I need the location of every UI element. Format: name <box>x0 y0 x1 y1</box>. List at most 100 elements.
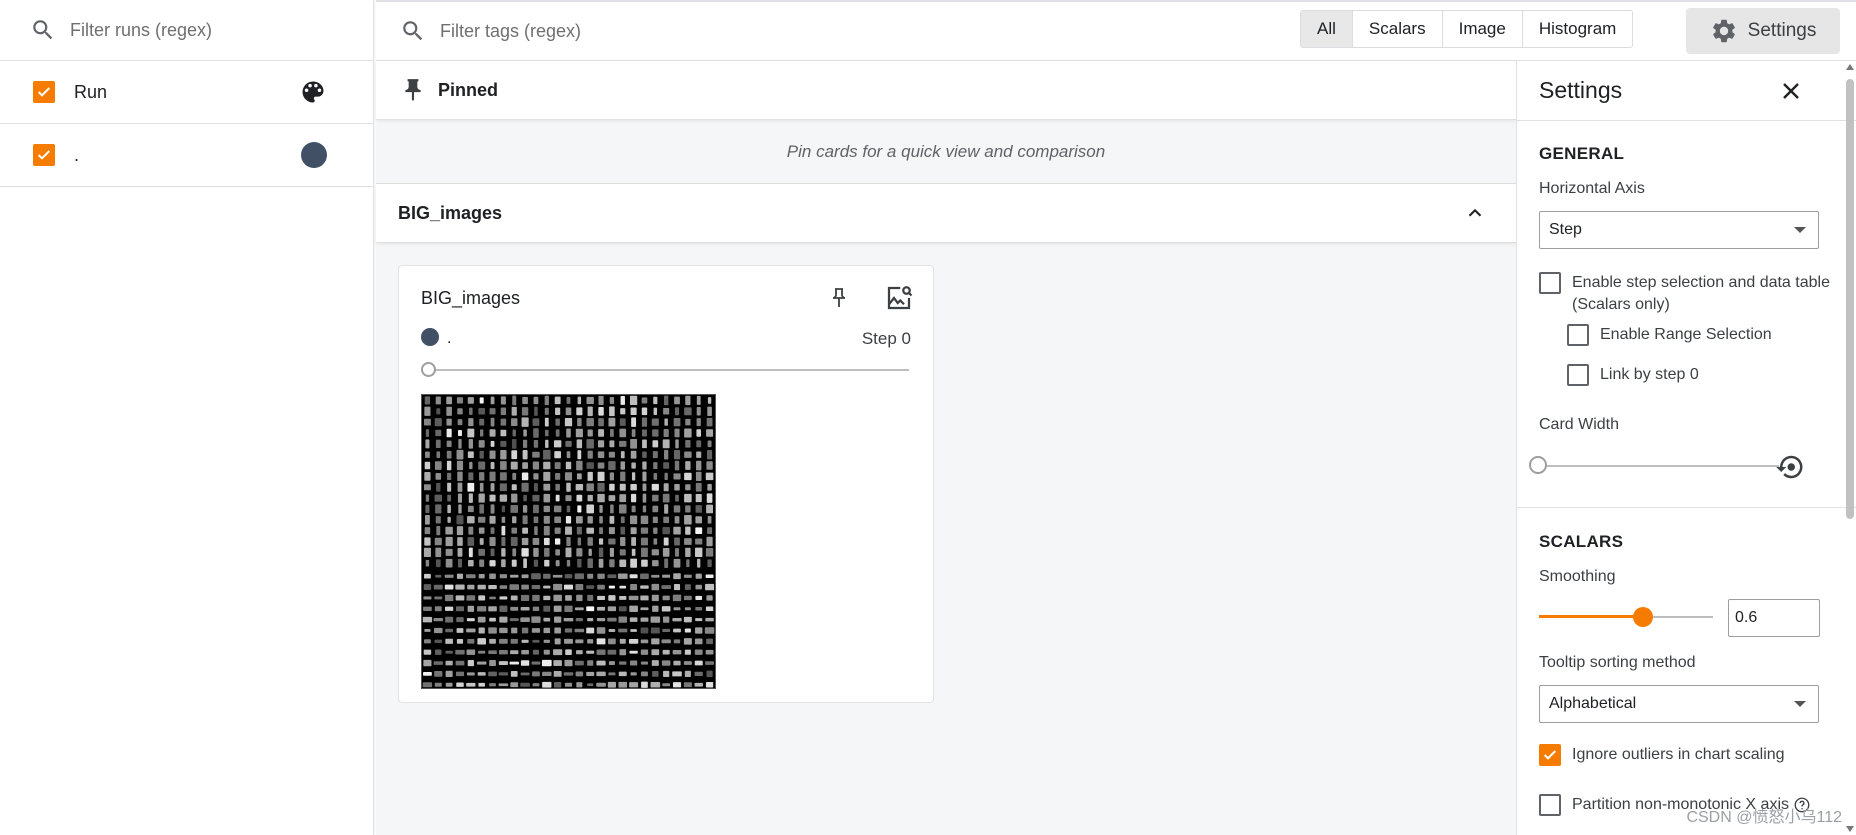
sprite-thumbnail <box>620 461 626 470</box>
settings-scrollbar[interactable] <box>1844 61 1856 835</box>
link-by-step-option[interactable]: Link by step 0 <box>1567 364 1699 386</box>
run-color-swatch[interactable] <box>301 142 327 168</box>
sprite-thumbnail <box>577 450 582 460</box>
sprite-thumbnail <box>553 649 563 656</box>
sprite-thumbnail <box>520 607 530 611</box>
smoothing-input[interactable] <box>1728 599 1820 637</box>
sprite-thumbnail <box>662 547 670 557</box>
sprite-thumbnail <box>662 683 671 687</box>
sprite-thumbnail <box>500 407 507 416</box>
smoothing-slider-thumb[interactable] <box>1633 607 1653 627</box>
card-width-slider-track[interactable] <box>1539 465 1779 467</box>
sprite-thumbnail <box>479 418 485 426</box>
settings-button[interactable]: Settings <box>1686 8 1840 54</box>
sprite-thumbnail <box>521 548 529 557</box>
scrollbar-thumb[interactable] <box>1846 79 1854 519</box>
select-all-runs-checkbox[interactable] <box>33 81 55 103</box>
reset-icon[interactable] <box>1775 452 1805 482</box>
group-header[interactable]: BIG_images <box>376 184 1516 243</box>
range-selection-option[interactable]: Enable Range Selection <box>1567 324 1772 346</box>
sprite-thumbnail <box>478 440 485 448</box>
scroll-down-icon[interactable] <box>1845 825 1855 833</box>
link-by-step-checkbox[interactable] <box>1567 364 1589 386</box>
sprite-thumbnail <box>424 527 431 535</box>
sprite-thumbnail <box>608 638 616 645</box>
sprite-thumbnail <box>618 671 627 677</box>
chevron-up-icon[interactable] <box>1464 202 1486 224</box>
sprite-thumbnail <box>619 549 626 556</box>
sprite-thumbnail <box>707 397 712 404</box>
ignore-outliers-checkbox[interactable] <box>1539 744 1561 766</box>
sprite-thumbnail <box>542 681 552 688</box>
step-selection-option[interactable]: Enable step selection and data table (Sc… <box>1539 272 1830 316</box>
ignore-outliers-option[interactable]: Ignore outliers in chart scaling <box>1539 744 1785 766</box>
step-slider-thumb[interactable] <box>421 362 436 377</box>
sprite-thumbnail <box>651 583 660 591</box>
tag-filter-input[interactable] <box>440 20 940 42</box>
sprite-thumbnail <box>587 639 594 644</box>
sprite-thumbnail <box>566 428 571 438</box>
sprite-thumbnail <box>501 505 506 513</box>
type-image-button[interactable]: Image <box>1442 11 1523 47</box>
sprite-thumbnail <box>512 548 517 557</box>
sprite-thumbnail <box>696 429 702 437</box>
sprite-thumbnail <box>695 547 703 558</box>
partition-checkbox[interactable] <box>1539 794 1561 816</box>
sprite-thumbnail <box>653 538 658 545</box>
sprite-thumbnail <box>620 395 625 405</box>
sprite-thumbnail <box>457 429 462 436</box>
run-row[interactable]: . <box>0 124 373 187</box>
sprite-thumbnail <box>653 472 658 480</box>
horizontal-axis-select[interactable]: Step <box>1539 211 1819 249</box>
run-checkbox[interactable] <box>33 144 55 166</box>
sprite-thumbnail <box>425 514 430 525</box>
sprite-thumbnail <box>598 418 604 427</box>
sprite-thumbnail <box>455 584 465 590</box>
type-all-button[interactable]: All <box>1301 11 1353 47</box>
sprite-thumbnail <box>631 417 637 427</box>
sprite-thumbnail <box>620 471 626 482</box>
sprite-thumbnail <box>490 417 495 427</box>
sprite-thumbnail <box>652 605 659 612</box>
sprite-thumbnail <box>542 671 552 676</box>
pin-card-icon[interactable] <box>827 286 851 310</box>
sprite-thumbnail <box>488 671 497 677</box>
sprite-thumbnail <box>651 660 659 666</box>
step-selection-checkbox[interactable] <box>1539 272 1561 294</box>
sprite-thumbnail <box>468 439 473 449</box>
image-search-icon[interactable] <box>884 283 914 313</box>
image-sprite-grid[interactable] <box>421 394 716 689</box>
main-content: Pinned Pin cards for a quick view and co… <box>376 61 1516 835</box>
palette-icon[interactable] <box>299 78 327 106</box>
sprite-thumbnail <box>684 538 692 545</box>
sprite-thumbnail <box>447 516 451 523</box>
scroll-up-icon[interactable] <box>1845 63 1855 71</box>
type-scalars-button[interactable]: Scalars <box>1352 11 1443 47</box>
sprite-thumbnail <box>499 616 508 623</box>
sprite-thumbnail <box>488 627 497 634</box>
sprite-thumbnail <box>675 439 679 449</box>
range-selection-checkbox[interactable] <box>1567 324 1589 346</box>
gear-icon <box>1712 19 1735 43</box>
sprite-thumbnail <box>522 515 528 525</box>
sprite-thumbnail <box>586 462 594 469</box>
runs-filter-input[interactable] <box>70 19 350 41</box>
sprite-thumbnail <box>652 451 658 459</box>
sprite-thumbnail <box>609 472 615 481</box>
sprite-thumbnail <box>466 618 475 622</box>
sprite-thumbnail <box>423 606 432 611</box>
top-bar: All Scalars Image Histogram Settings <box>376 0 1856 61</box>
step-slider-track[interactable] <box>427 369 909 371</box>
sprite-thumbnail <box>610 429 614 437</box>
sprite-thumbnail <box>499 605 508 612</box>
type-histogram-button[interactable]: Histogram <box>1522 11 1633 47</box>
sprite-thumbnail <box>597 493 605 503</box>
card-width-slider-thumb[interactable] <box>1529 456 1547 474</box>
sprite-thumbnail <box>705 661 715 665</box>
sprite-thumbnail <box>435 559 441 568</box>
sprite-thumbnail <box>684 451 692 458</box>
close-icon[interactable] <box>1779 79 1803 103</box>
runs-header-row: Run <box>0 61 373 124</box>
sprite-thumbnail <box>574 607 584 611</box>
tooltip-sort-select[interactable]: Alphabetical <box>1539 685 1819 723</box>
